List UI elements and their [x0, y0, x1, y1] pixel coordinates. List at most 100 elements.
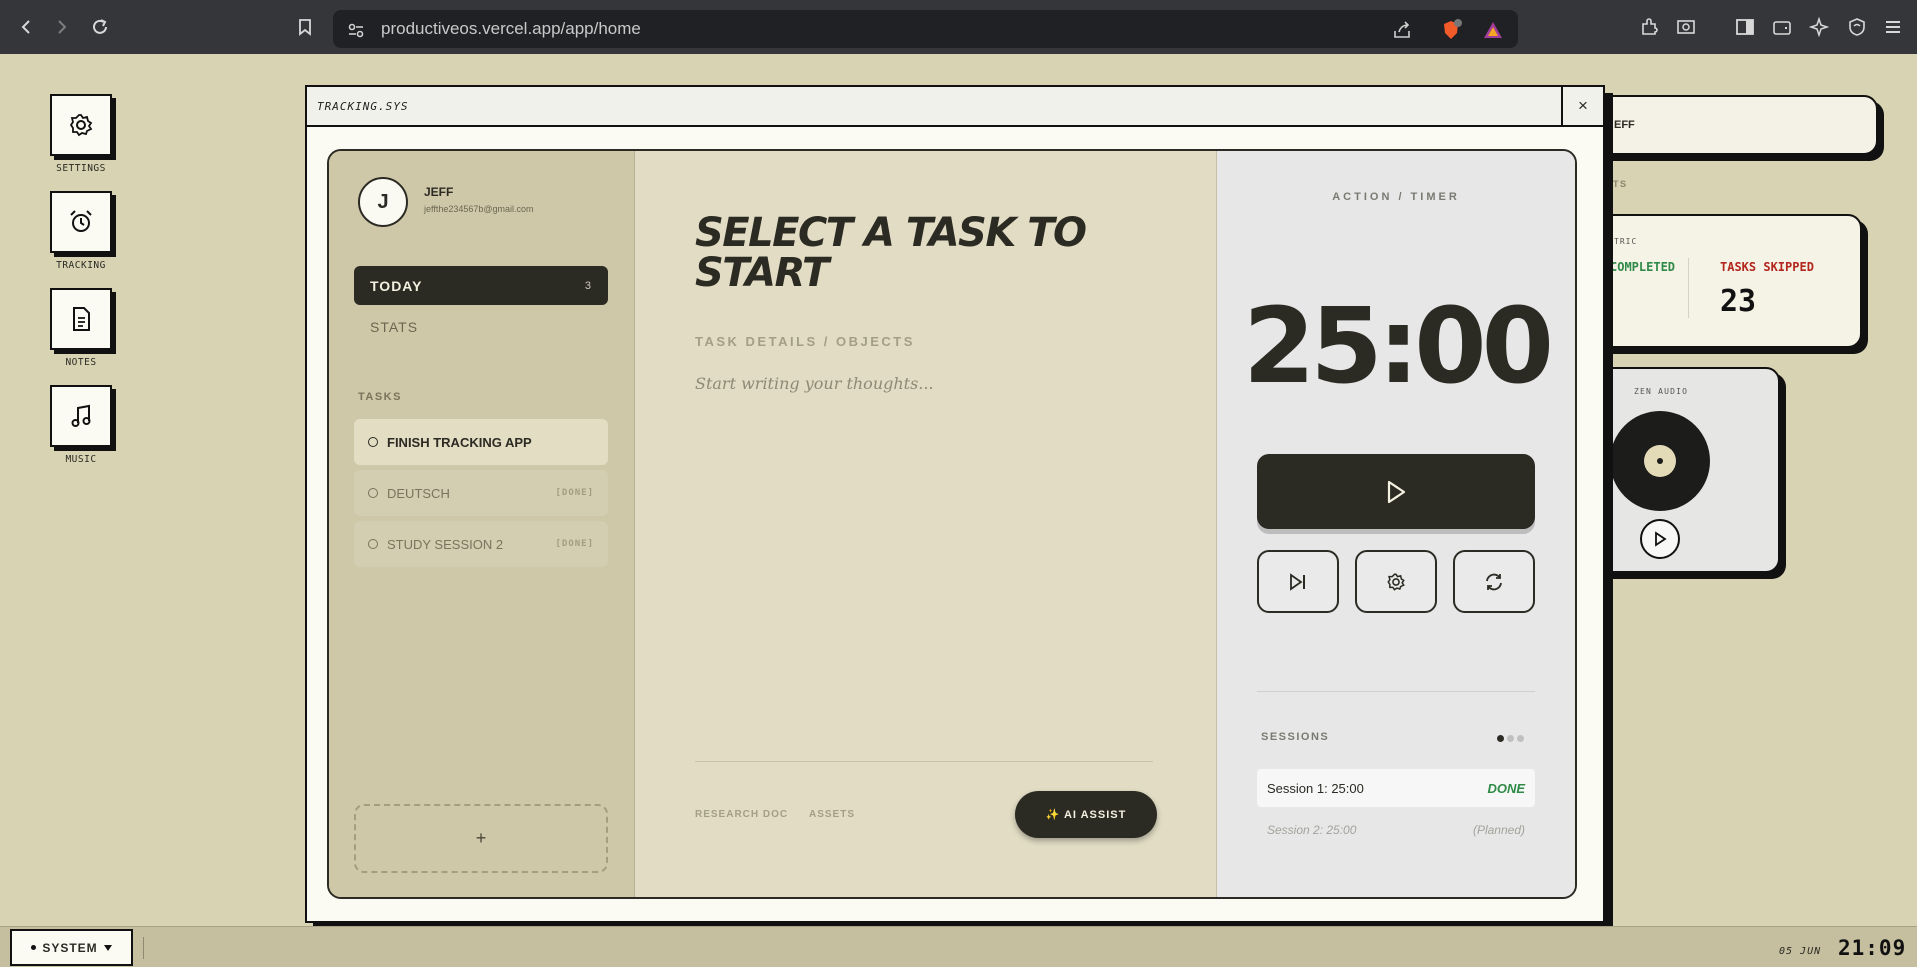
notes-input[interactable]: Start writing your thoughts... [695, 374, 934, 393]
window-titlebar[interactable]: TRACKING.SYS × [307, 87, 1603, 127]
nav-stats[interactable]: STATS [370, 319, 418, 335]
timer-panel: ACTION / TIMER 25:00 SESSIONS Session 1:… [1217, 151, 1575, 897]
wallet-icon[interactable] [1769, 14, 1795, 40]
window-title: TRACKING.SYS [317, 99, 409, 113]
reload-icon[interactable] [87, 14, 113, 40]
profile-widget[interactable]: EFF [1560, 95, 1878, 155]
completed-label: COMPLETED [1610, 260, 1676, 274]
task-name: STUDY SESSION 2 [387, 536, 504, 552]
gear-icon [1387, 573, 1405, 591]
chevron-down-icon [103, 944, 112, 951]
tasks-header: TASKS [358, 391, 402, 403]
session-item: Session 1: 25:00 DONE [1257, 769, 1535, 807]
vinyl-record-icon [1610, 411, 1710, 511]
sidebar-icon[interactable] [1732, 14, 1758, 40]
task-item[interactable]: DEUTSCH [DONE] [354, 470, 608, 516]
reset-button[interactable] [1453, 550, 1535, 613]
dock-tracking[interactable]: TRACKING [50, 191, 112, 271]
user-email: jeffthe234567b@gmail.com [424, 204, 534, 214]
document-icon[interactable] [50, 288, 112, 350]
play-button[interactable] [1257, 454, 1535, 529]
page-title: SELECT A TASK TO START [695, 210, 1087, 296]
brave-rewards-icon[interactable] [1482, 19, 1504, 41]
avatar[interactable]: J [358, 177, 408, 227]
task-circle-icon[interactable] [368, 437, 378, 447]
nav-today-count: 3 [584, 279, 592, 292]
tracking-window: TRACKING.SYS × J JEFF jeffthe234567b@gma… [305, 85, 1605, 923]
nav-today-label: TODAY [370, 277, 423, 294]
research-doc-link[interactable]: RESEARCH DOC [695, 809, 788, 820]
skip-next-icon [1290, 572, 1305, 591]
metric-divider [1688, 258, 1689, 318]
taskbar: SYSTEM 05 JUN 21:09 [0, 926, 1917, 967]
session-dots [1497, 735, 1524, 742]
tracking-panel: J JEFF jeffthe234567b@gmail.com TODAY 3 … [327, 149, 1577, 899]
task-name: DEUTSCH [387, 485, 450, 501]
dock-label: MUSIC [65, 454, 97, 465]
skipped-label: TASKS SKIPPED [1720, 260, 1814, 274]
zen-audio-label: ZEN AUDIO [1634, 387, 1689, 396]
timer-settings-button[interactable] [1355, 550, 1437, 613]
forward-icon[interactable] [48, 14, 74, 40]
bookmark-icon[interactable] [292, 14, 318, 40]
reader-mode-icon[interactable] [1673, 14, 1699, 40]
refresh-icon [1486, 573, 1502, 590]
ai-assist-button[interactable]: ✨ AI ASSIST [1015, 791, 1157, 838]
dock-settings[interactable]: SETTINGS [50, 94, 112, 174]
dock-music[interactable]: MUSIC [50, 385, 112, 465]
task-circle-icon[interactable] [368, 539, 378, 549]
task-editor: SELECT A TASK TO START TASK DETAILS / OB… [635, 151, 1217, 897]
timer-display: 25:00 [1242, 285, 1554, 407]
profile-name: EFF [1614, 119, 1635, 131]
skipped-value: 23 [1720, 284, 1757, 319]
skip-button[interactable] [1257, 550, 1339, 613]
task-status: [DONE] [555, 539, 594, 549]
session-label: Session 2: 25:00 [1267, 823, 1357, 837]
alarm-clock-icon[interactable] [50, 191, 112, 253]
system-label: SYSTEM [42, 940, 98, 955]
session-status: DONE [1487, 780, 1525, 796]
session-item: Session 2: 25:00 (Planned) [1257, 811, 1535, 849]
dock-label: SETTINGS [56, 163, 106, 174]
task-details-header: TASK DETAILS / OBJECTS [695, 334, 915, 349]
add-task-button[interactable]: + [354, 804, 608, 873]
timer-header: ACTION / TIMER [1332, 191, 1460, 203]
dock-label: NOTES [65, 357, 97, 368]
vpn-icon[interactable] [1844, 14, 1870, 40]
date-display: 05 JUN [1779, 946, 1822, 957]
menu-icon[interactable] [1880, 14, 1906, 40]
close-button[interactable]: × [1561, 87, 1603, 125]
browser-toolbar: productiveos.vercel.app/app/home [0, 0, 1917, 54]
task-circle-icon[interactable] [368, 488, 378, 498]
back-icon[interactable] [14, 14, 40, 40]
nav-today[interactable]: TODAY 3 [354, 266, 608, 305]
address-bar[interactable]: productiveos.vercel.app/app/home [333, 10, 1518, 48]
stats-section-label: TS [1613, 179, 1628, 189]
url-text: productiveos.vercel.app/app/home [381, 19, 641, 38]
task-status: [DONE] [555, 488, 594, 498]
dock-label: TRACKING [56, 260, 106, 271]
play-icon [1387, 480, 1406, 503]
taskbar-divider [143, 937, 144, 959]
session-label: Session 1: 25:00 [1267, 780, 1364, 796]
system-menu-button[interactable]: SYSTEM [10, 929, 133, 966]
zen-play-button[interactable] [1640, 519, 1680, 559]
editor-divider [695, 761, 1153, 762]
timer-divider [1257, 691, 1535, 692]
metric-label: TRIC [1614, 237, 1638, 246]
dock-notes[interactable]: NOTES [50, 288, 112, 368]
share-icon[interactable] [1391, 19, 1413, 41]
task-item[interactable]: FINISH TRACKING APP [354, 419, 608, 465]
leo-ai-icon[interactable] [1806, 14, 1832, 40]
brave-shields-icon[interactable] [1440, 19, 1462, 41]
sidebar: J JEFF jeffthe234567b@gmail.com TODAY 3 … [329, 151, 635, 897]
metrics-widget: TRIC COMPLETED TASKS SKIPPED 23 [1560, 214, 1862, 348]
gear-icon[interactable] [50, 94, 112, 156]
site-settings-icon[interactable] [345, 19, 367, 41]
extensions-icon[interactable] [1636, 14, 1662, 40]
music-note-icon[interactable] [50, 385, 112, 447]
sessions-header: SESSIONS [1261, 731, 1330, 743]
session-status: (Planned) [1472, 823, 1525, 837]
assets-link[interactable]: ASSETS [809, 809, 855, 820]
task-item[interactable]: STUDY SESSION 2 [DONE] [354, 521, 608, 567]
